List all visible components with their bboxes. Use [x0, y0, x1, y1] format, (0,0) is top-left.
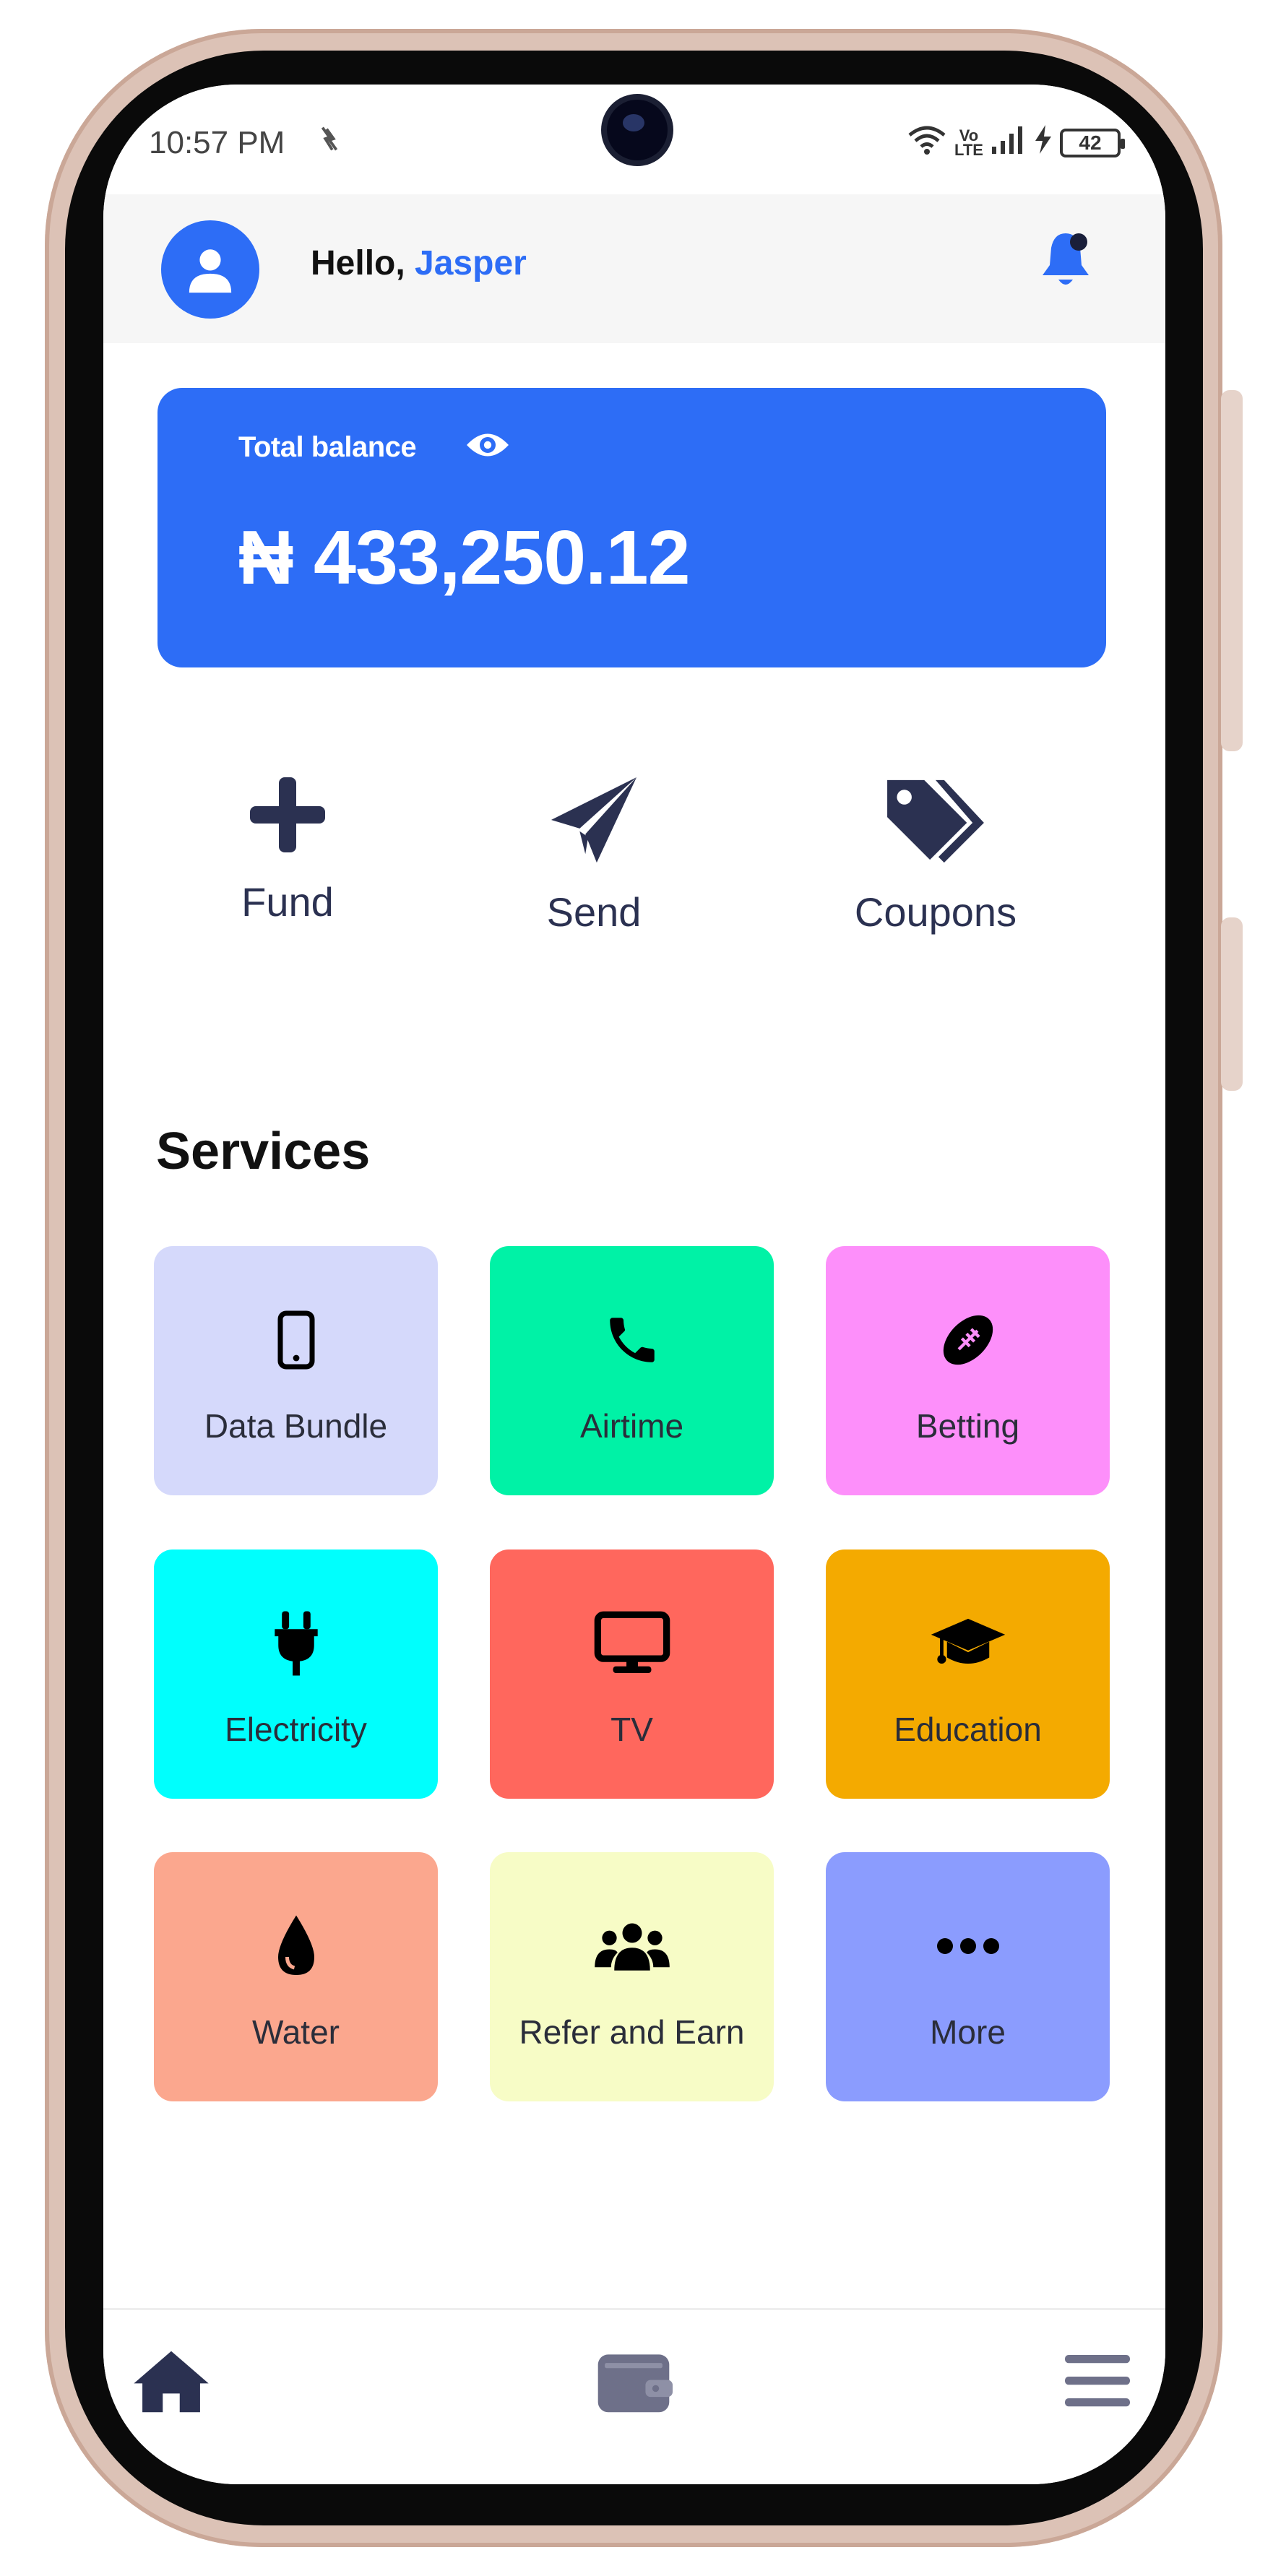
water-drop-icon — [275, 1911, 318, 1981]
users-icon — [593, 1911, 671, 1981]
service-more[interactable]: More — [826, 1852, 1110, 2101]
vibrate-icon — [313, 122, 346, 163]
fund-label: Fund — [241, 879, 334, 925]
wifi-icon — [907, 124, 947, 163]
app-header: Hello, Jasper — [103, 194, 1165, 343]
send-label: Send — [546, 889, 642, 935]
avatar[interactable] — [161, 220, 259, 319]
service-education[interactable]: Education — [826, 1550, 1110, 1799]
service-label: Data Bundle — [204, 1407, 388, 1445]
menu-icon[interactable] — [1061, 2348, 1134, 2416]
plug-icon — [271, 1609, 322, 1678]
service-tv[interactable]: TV — [490, 1550, 774, 1799]
signal-icon — [991, 125, 1027, 161]
coupons-label: Coupons — [854, 889, 1017, 935]
battery-icon: 42 — [1060, 129, 1125, 157]
home-icon[interactable] — [132, 2348, 210, 2419]
football-icon — [937, 1305, 999, 1375]
status-icons: Vo LTE 42 — [907, 124, 1125, 163]
service-label: More — [930, 2013, 1006, 2051]
service-airtime[interactable]: Airtime — [490, 1246, 774, 1495]
send-button[interactable]: Send — [486, 774, 702, 948]
volte-badge: Vo LTE — [954, 126, 983, 159]
paper-plane-icon — [551, 777, 637, 863]
service-label: Electricity — [225, 1711, 367, 1748]
user-name: Jasper — [415, 244, 527, 282]
notification-bell-icon[interactable] — [1037, 228, 1095, 293]
greeting-text: Hello, — [311, 244, 405, 282]
status-time: 10:57 PM — [149, 125, 285, 160]
wallet-icon[interactable] — [595, 2348, 673, 2419]
plus-icon — [250, 777, 325, 852]
volume-button — [1221, 390, 1243, 751]
greeting: Hello, Jasper — [311, 243, 527, 283]
tv-icon — [593, 1609, 671, 1678]
service-water[interactable]: Water — [154, 1852, 438, 2101]
graduation-cap-icon — [929, 1609, 1007, 1678]
balance-amount: ₦ 433,250.12 — [238, 515, 691, 600]
service-label: Water — [252, 2013, 340, 2051]
front-camera — [607, 100, 668, 160]
service-label: Airtime — [579, 1407, 684, 1445]
balance-card: Total balance ₦ 433,250.12 — [157, 388, 1106, 667]
services-heading: Services — [156, 1123, 371, 1180]
user-icon — [189, 249, 232, 293]
service-label: Betting — [915, 1407, 1020, 1445]
service-betting[interactable]: Betting — [826, 1246, 1110, 1495]
power-button — [1221, 917, 1243, 1091]
service-label: Refer and Earn — [519, 2013, 745, 2051]
bottom-navigation — [103, 2308, 1165, 2484]
mobile-phone-icon — [277, 1305, 315, 1375]
fund-button[interactable]: Fund — [179, 774, 396, 948]
service-data-bundle[interactable]: Data Bundle — [154, 1246, 438, 1495]
charging-icon — [1034, 125, 1053, 161]
app-screen: 10:57 PM Vo LTE 42 Hello, Jasper Total b… — [103, 85, 1165, 2484]
service-electricity[interactable]: Electricity — [154, 1550, 438, 1799]
balance-label: Total balance — [238, 431, 417, 463]
coupons-button[interactable]: Coupons — [827, 774, 1044, 948]
phone-icon — [603, 1305, 662, 1375]
service-label: TV — [610, 1711, 653, 1748]
tags-icon — [887, 779, 984, 863]
quick-actions: Fund Send Coupons — [103, 774, 1165, 955]
service-label: Education — [894, 1711, 1042, 1748]
service-refer-and-earn[interactable]: Refer and Earn — [490, 1852, 774, 2101]
more-dots-icon — [936, 1911, 1000, 1981]
eye-icon[interactable] — [465, 428, 510, 462]
